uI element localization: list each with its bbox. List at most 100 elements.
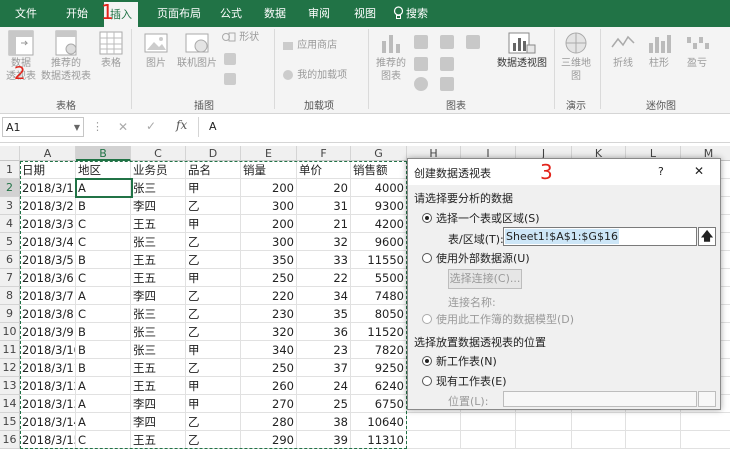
table-cell[interactable]: 38: [297, 413, 351, 431]
tab-data[interactable]: 数据: [258, 0, 292, 27]
empty-cell[interactable]: [461, 431, 516, 449]
table-cell[interactable]: 王五: [131, 377, 186, 395]
table-cell[interactable]: 10640: [351, 413, 407, 431]
col-header-g[interactable]: G: [351, 146, 407, 161]
table-cell[interactable]: 2018/3/6: [20, 269, 76, 287]
table-cell[interactable]: 乙: [186, 251, 241, 269]
row-header[interactable]: 9: [0, 305, 20, 323]
recommended-pivot-button[interactable]: 推荐的 数据透视表: [40, 29, 92, 91]
table-cell[interactable]: 王五: [131, 359, 186, 377]
table-cell[interactable]: 25: [297, 395, 351, 413]
table-cell[interactable]: 甲: [186, 179, 241, 197]
table-cell[interactable]: 乙: [186, 233, 241, 251]
table-cell[interactable]: 李四: [131, 287, 186, 305]
table-cell[interactable]: 乙: [186, 287, 241, 305]
table-cell[interactable]: 9600: [351, 233, 407, 251]
recommended-charts-button[interactable]: 推荐的 图表: [372, 29, 410, 91]
table-cell[interactable]: 280: [241, 413, 297, 431]
table-cell[interactable]: 张三: [131, 233, 186, 251]
table-cell[interactable]: 乙: [186, 413, 241, 431]
table-cell[interactable]: 290: [241, 431, 297, 449]
table-cell[interactable]: 37: [297, 359, 351, 377]
table-cell[interactable]: 7480: [351, 287, 407, 305]
col-header-f[interactable]: F: [297, 146, 351, 161]
table-cell[interactable]: 2018/3/1: [20, 179, 76, 197]
empty-cell[interactable]: [681, 431, 730, 449]
table-cell[interactable]: A: [76, 395, 131, 413]
tab-view[interactable]: 视图: [348, 0, 382, 27]
table-cell[interactable]: 300: [241, 197, 297, 215]
table-cell[interactable]: 23: [297, 341, 351, 359]
table-cell[interactable]: 4000: [351, 179, 407, 197]
table-cell[interactable]: 2018/3/5: [20, 251, 76, 269]
table-cell[interactable]: 2018/3/11: [20, 359, 76, 377]
table-cell[interactable]: 品名: [186, 161, 241, 179]
dialog-titlebar[interactable]: 创建数据透视表 3 ? ✕: [408, 159, 720, 185]
row-header[interactable]: 6: [0, 251, 20, 269]
radio-existing-worksheet[interactable]: [422, 376, 432, 386]
empty-cell[interactable]: [681, 413, 730, 431]
table-cell[interactable]: 2018/3/14: [20, 413, 76, 431]
tab-page-layout[interactable]: 页面布局: [150, 0, 208, 27]
table-cell[interactable]: C: [76, 305, 131, 323]
empty-cell[interactable]: [626, 431, 681, 449]
table-cell[interactable]: 2018/3/9: [20, 323, 76, 341]
collapse-dialog-button[interactable]: 🡅: [698, 227, 716, 246]
table-cell[interactable]: 销量: [241, 161, 297, 179]
row-header[interactable]: 12: [0, 359, 20, 377]
radio-data-model[interactable]: [422, 314, 432, 324]
table-cell[interactable]: 张三: [131, 323, 186, 341]
table-cell[interactable]: 5500: [351, 269, 407, 287]
row-header[interactable]: 10: [0, 323, 20, 341]
table-cell[interactable]: B: [76, 341, 131, 359]
table-cell[interactable]: 2018/3/3: [20, 215, 76, 233]
table-cell[interactable]: 地区: [76, 161, 131, 179]
table-cell[interactable]: 甲: [186, 341, 241, 359]
name-box[interactable]: A1 ▼: [2, 117, 84, 137]
table-cell[interactable]: 7820: [351, 341, 407, 359]
close-button[interactable]: ✕: [694, 164, 704, 178]
col-header-e[interactable]: E: [241, 146, 297, 161]
empty-cell[interactable]: [407, 413, 461, 431]
table-cell[interactable]: 乙: [186, 359, 241, 377]
table-cell[interactable]: 11550: [351, 251, 407, 269]
table-cell[interactable]: 2018/3/10: [20, 341, 76, 359]
range-input[interactable]: Sheet1!$A$1:$G$16: [503, 227, 697, 246]
table-cell[interactable]: B: [76, 359, 131, 377]
empty-cell[interactable]: [407, 431, 461, 449]
col-header-d[interactable]: D: [186, 146, 241, 161]
table-cell[interactable]: 甲: [186, 215, 241, 233]
table-cell[interactable]: 39: [297, 431, 351, 449]
cancel-icon[interactable]: ✕: [118, 120, 128, 134]
table-cell[interactable]: 乙: [186, 323, 241, 341]
table-cell[interactable]: B: [76, 251, 131, 269]
table-cell[interactable]: 6750: [351, 395, 407, 413]
table-cell[interactable]: 36: [297, 323, 351, 341]
select-all-corner[interactable]: [0, 146, 20, 161]
row-header[interactable]: 11: [0, 341, 20, 359]
row-header[interactable]: 3: [0, 197, 20, 215]
table-cell[interactable]: 张三: [131, 341, 186, 359]
confirm-icon[interactable]: ✓: [146, 119, 156, 133]
table-cell[interactable]: 20: [297, 179, 351, 197]
tab-search[interactable]: 搜索: [392, 0, 442, 27]
row-header[interactable]: 16: [0, 431, 20, 449]
table-cell[interactable]: B: [76, 197, 131, 215]
radio-new-worksheet[interactable]: [422, 356, 432, 366]
row-header[interactable]: 1: [0, 161, 20, 179]
scatter-chart-icon[interactable]: [440, 77, 454, 91]
line-chart-icon[interactable]: [440, 35, 454, 49]
table-cell[interactable]: A: [76, 287, 131, 305]
table-cell[interactable]: 35: [297, 305, 351, 323]
table-cell[interactable]: 230: [241, 305, 297, 323]
app-store-button[interactable]: 应用商店: [282, 39, 346, 52]
table-cell[interactable]: 320: [241, 323, 297, 341]
radio-external-source[interactable]: [422, 253, 432, 263]
table-cell[interactable]: 王五: [131, 251, 186, 269]
table-cell[interactable]: 甲: [186, 395, 241, 413]
row-header[interactable]: 13: [0, 377, 20, 395]
row-header[interactable]: 5: [0, 233, 20, 251]
sparkline-column-button[interactable]: 柱形: [642, 29, 676, 91]
table-cell[interactable]: C: [76, 233, 131, 251]
formula-input[interactable]: A: [198, 117, 728, 137]
